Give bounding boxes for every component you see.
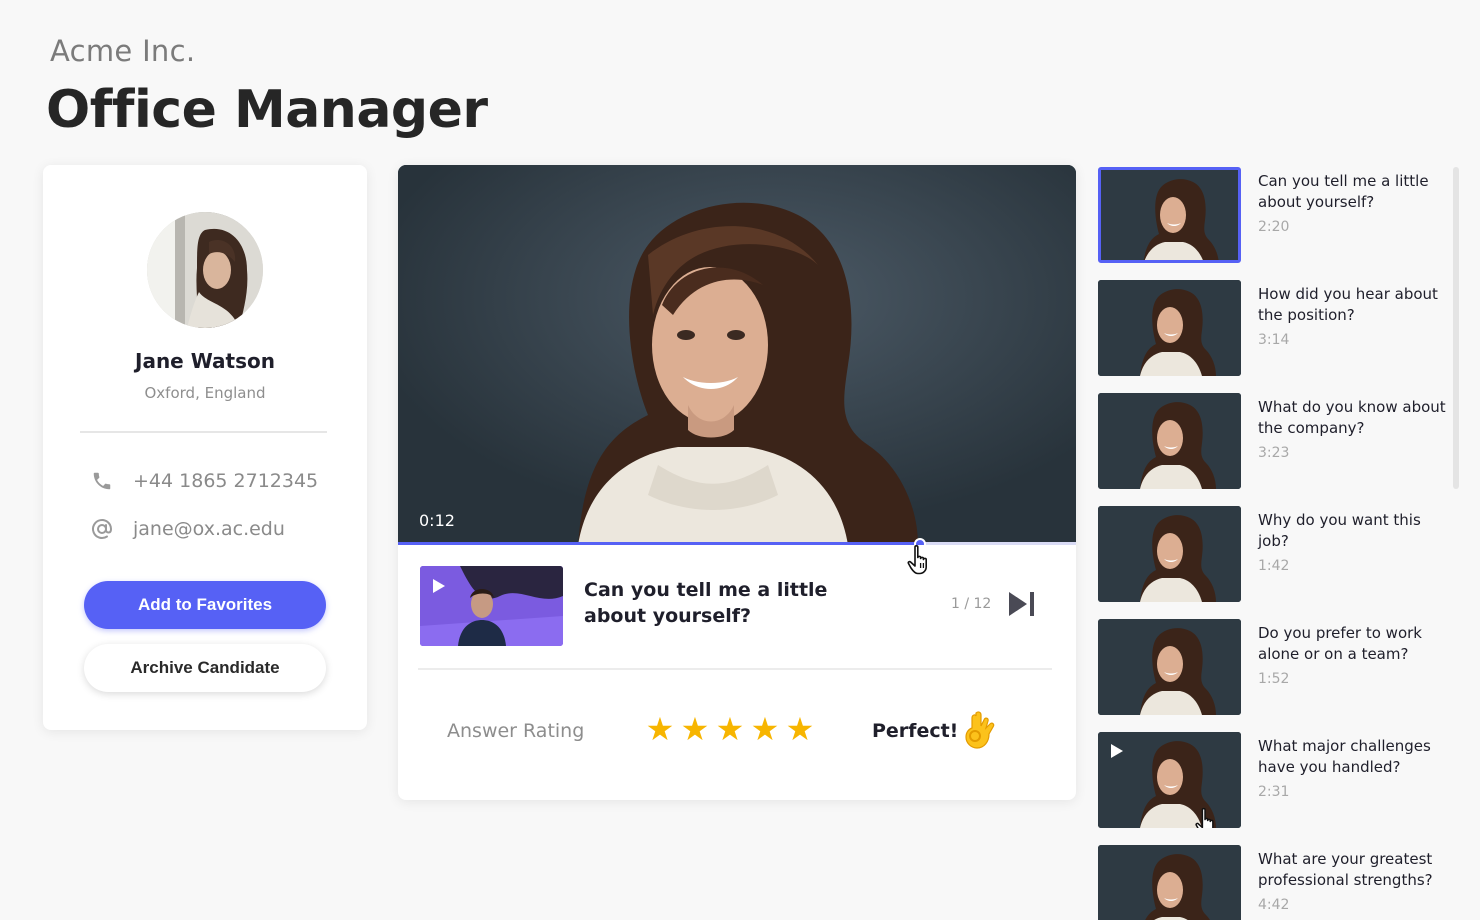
question-duration: 1:42 — [1258, 558, 1290, 574]
skip-next-icon[interactable] — [1007, 590, 1039, 618]
current-time: 0:12 — [419, 511, 455, 530]
star-icon[interactable]: ★ — [784, 713, 816, 745]
current-question: Can you tell me a little about yourself? — [584, 579, 828, 627]
question-duration: 2:20 — [1258, 219, 1290, 235]
question-list-thumbnail[interactable] — [1098, 167, 1241, 263]
question-title: What are your greatest professional stre… — [1258, 850, 1433, 889]
phone-row: +44 1865 2712345 — [89, 468, 318, 494]
question-duration: 4:42 — [1258, 897, 1290, 913]
play-icon[interactable] — [432, 578, 446, 598]
add-to-favorites-button[interactable]: Add to Favorites — [84, 581, 326, 629]
rating-word: Perfect! — [872, 720, 959, 742]
page-title: Office Manager — [46, 80, 488, 140]
star-icon[interactable]: ★ — [644, 713, 676, 745]
question-list-item[interactable]: Can you tell me a little about yourself?… — [1098, 165, 1453, 263]
ok-hand-icon — [962, 710, 996, 754]
candidate-avatar — [147, 212, 263, 328]
question-duration: 1:52 — [1258, 671, 1290, 687]
divider — [80, 431, 327, 433]
question-list-thumbnail[interactable] — [1098, 280, 1241, 376]
question-list-item[interactable]: What are your greatest professional stre… — [1098, 843, 1453, 920]
question-title: What major challenges have you handled? — [1258, 737, 1431, 776]
archive-candidate-button[interactable]: Archive Candidate — [84, 644, 326, 692]
star-icon[interactable]: ★ — [679, 713, 711, 745]
divider — [418, 668, 1052, 670]
question-counter: 1 / 12 — [951, 596, 992, 612]
progress-bar[interactable] — [398, 538, 1076, 545]
question-list[interactable]: Can you tell me a little about yourself?… — [1098, 165, 1453, 920]
question-list-thumbnail[interactable] — [1098, 619, 1241, 715]
progress-fill — [398, 542, 921, 545]
phone-icon — [89, 468, 115, 494]
question-list-scrollbar[interactable] — [1453, 167, 1459, 489]
question-title: How did you hear about the position? — [1258, 285, 1438, 324]
question-list-item[interactable]: Why do you want this job? 1:42 — [1098, 504, 1453, 602]
question-duration: 3:14 — [1258, 332, 1290, 348]
candidate-name: Jane Watson — [135, 349, 275, 373]
candidate-card: Jane Watson Oxford, England +44 1865 271… — [43, 165, 367, 730]
question-list-item[interactable]: What do you know about the company? 3:23 — [1098, 391, 1453, 489]
company-name: Acme Inc. — [50, 34, 196, 68]
hand-cursor-icon — [906, 543, 936, 579]
candidate-location: Oxford, England — [144, 384, 266, 402]
question-list-item[interactable]: Do you prefer to work alone or on a team… — [1098, 617, 1453, 715]
question-title: What do you know about the company? — [1258, 398, 1446, 437]
question-duration: 3:23 — [1258, 445, 1290, 461]
question-title: Why do you want this job? — [1258, 511, 1421, 550]
answer-rating-label: Answer Rating — [447, 720, 585, 742]
star-rating[interactable]: ★ ★ ★ ★ ★ — [644, 713, 816, 745]
question-list-thumbnail[interactable] — [1098, 845, 1241, 920]
question-list-thumbnail[interactable] — [1098, 393, 1241, 489]
star-icon[interactable]: ★ — [749, 713, 781, 745]
question-list-item[interactable]: How did you hear about the position? 3:14 — [1098, 278, 1453, 376]
question-title: Do you prefer to work alone or on a team… — [1258, 624, 1422, 663]
star-icon[interactable]: ★ — [714, 713, 746, 745]
question-thumbnail[interactable] — [420, 566, 563, 646]
player-card: 0:12 Can you tell me a little about your… — [398, 165, 1076, 800]
email-row: jane@ox.ac.edu — [89, 516, 285, 542]
at-icon — [89, 516, 115, 542]
question-title: Can you tell me a little about yourself? — [1258, 172, 1429, 211]
phone-number[interactable]: +44 1865 2712345 — [133, 470, 318, 492]
question-list-thumbnail[interactable] — [1098, 506, 1241, 602]
question-list-thumbnail[interactable] — [1098, 732, 1241, 828]
video-player[interactable]: 0:12 — [398, 165, 1076, 545]
question-duration: 2:31 — [1258, 784, 1290, 800]
question-list-item[interactable]: What major challenges have you handled? 2… — [1098, 730, 1453, 828]
email-address[interactable]: jane@ox.ac.edu — [133, 518, 285, 540]
